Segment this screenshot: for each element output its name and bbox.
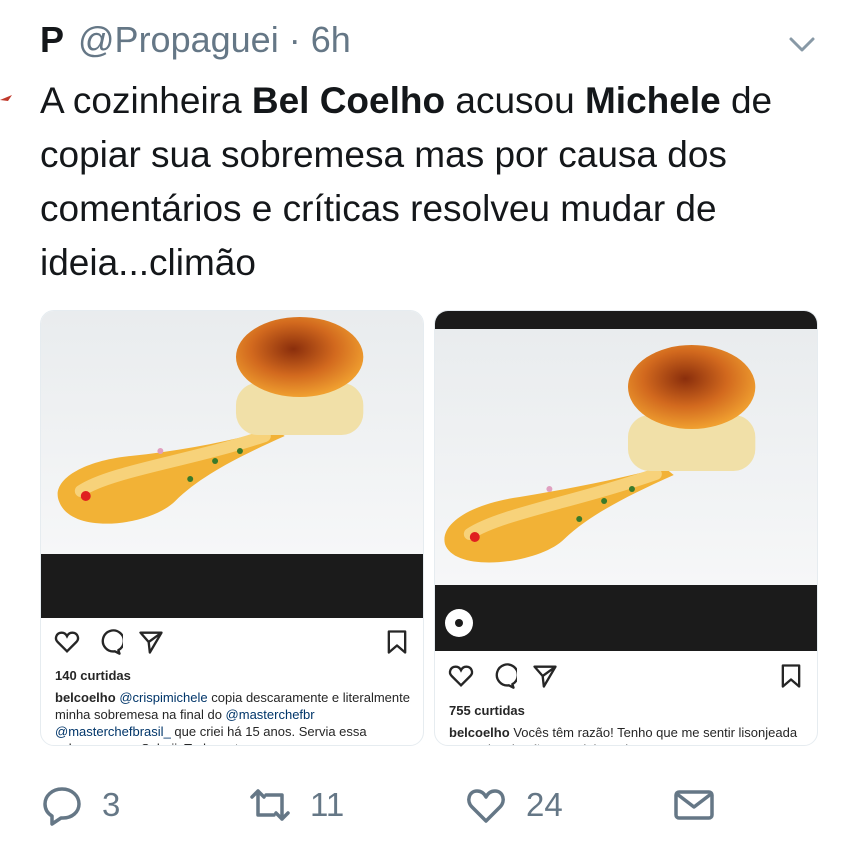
instagram-header-bar [435,585,817,651]
share-icon[interactable] [137,628,165,656]
dessert-photo [435,329,817,585]
caption-mention[interactable]: @masterchefbrasil_ [55,724,171,739]
comment-icon[interactable] [489,662,517,690]
header-separator: · [288,19,301,60]
tweet-text-part: A cozinheira [40,80,252,121]
likes-count: 755 curtidas [449,703,525,718]
bookmark-icon[interactable] [777,662,805,690]
direct-message-button[interactable] [672,778,734,832]
tweet-text-part: acusou [445,80,585,121]
instagram-header-bar [41,554,423,618]
media-image-left[interactable]: 140 curtidas belcoelho @crispimichele co… [40,310,424,746]
comment-icon[interactable] [95,628,123,656]
instagram-actions [53,627,411,657]
caption-username[interactable]: belcoelho [449,725,510,740]
caption-username[interactable]: belcoelho [55,690,116,705]
instagram-top-bar [435,311,817,329]
instagram-caption: belcoelho @crispimichele copia descarame… [55,689,411,745]
share-icon[interactable] [531,662,559,690]
author-name[interactable]: P [40,19,64,61]
envelope-icon [674,790,714,820]
instagram-caption: belcoelho Vocês têm razão! Tenho que me … [449,724,805,745]
chevron-down-icon[interactable] [788,34,816,54]
tweet-timestamp[interactable]: 6h [311,19,351,61]
instagram-actions [447,661,805,691]
like-count: 24 [526,786,563,823]
tweet-actions: 3 11 24 [40,778,820,832]
caption-mention[interactable]: @masterchefbr [226,707,315,722]
heart-icon[interactable] [53,628,81,656]
reply-icon [43,787,81,826]
heart-icon [467,789,505,823]
bookmark-icon[interactable] [383,628,411,656]
dessert-photo [41,311,423,554]
retweet-button[interactable]: 11 [248,778,344,832]
tweet-text-bold-name: Michele [584,80,721,121]
like-button[interactable]: 24 [464,778,563,832]
edge-artifact-icon [0,95,12,101]
reply-button[interactable]: 3 [40,778,120,832]
reply-count: 3 [102,786,121,823]
tweet-header: P @Propaguei · 6h [40,18,351,62]
avatar-icon[interactable] [445,609,473,637]
tweet-text-bold-name: Bel Coelho [251,80,446,121]
heart-icon[interactable] [447,662,475,690]
caption-mention[interactable]: @crispimichele [119,690,207,705]
retweet-icon [250,789,290,821]
retweet-count: 11 [310,786,345,823]
author-handle[interactable]: @Propaguei [78,19,279,61]
likes-count: 140 curtidas [55,668,131,683]
tweet-text: A cozinheira Bel Coelho acusou Michele d… [40,74,830,290]
media-image-right[interactable]: 755 curtidas belcoelho Vocês têm razão! … [434,310,818,746]
